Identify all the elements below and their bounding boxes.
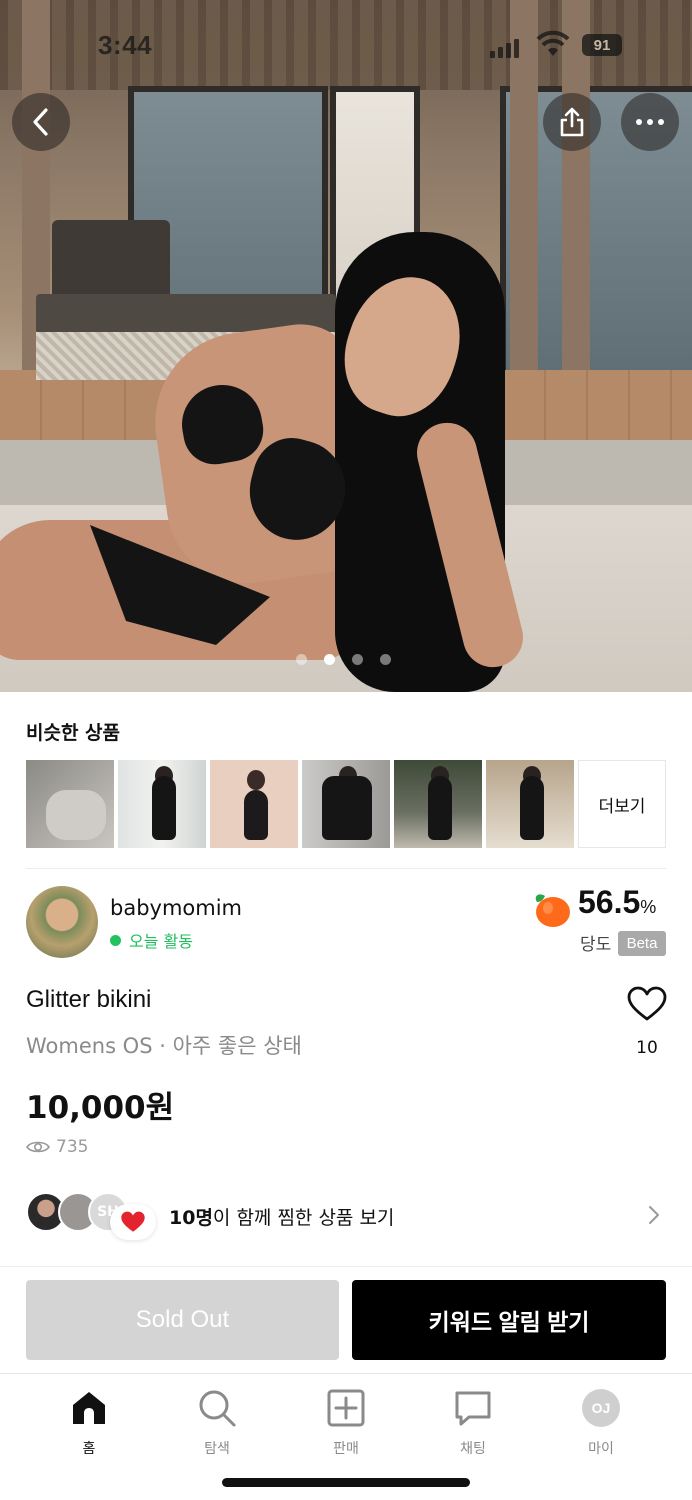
tab-chat-label: 채팅 bbox=[460, 1441, 486, 1457]
divider bbox=[26, 868, 666, 869]
home-icon bbox=[73, 1392, 105, 1424]
similar-products-title: 비슷한 상품 bbox=[26, 722, 121, 744]
heart-badge bbox=[110, 1204, 156, 1240]
product-title: Glitter bikini bbox=[26, 986, 152, 1013]
tab-sell-label: 판매 bbox=[333, 1441, 359, 1457]
tab-home-label: 홈 bbox=[82, 1441, 96, 1457]
status-time: 3:44 bbox=[98, 30, 153, 60]
home-indicator bbox=[222, 1478, 470, 1487]
similar-products-list: 더보기 bbox=[26, 760, 666, 848]
seller-rating-label: 당도 bbox=[580, 935, 612, 955]
online-dot-icon bbox=[110, 934, 121, 946]
similar-product-thumb[interactable] bbox=[210, 760, 298, 848]
wished-together-text: 10명이 함께 찜한 상품 보기 bbox=[169, 1203, 394, 1230]
tab-my-label: 마이 bbox=[588, 1441, 614, 1457]
tab-sell[interactable]: 판매 bbox=[306, 1388, 386, 1458]
seller-activity-status: 오늘 활동 bbox=[110, 928, 193, 952]
carousel-indicator bbox=[296, 654, 391, 666]
similar-product-thumb[interactable] bbox=[26, 760, 114, 848]
seller-activity-label: 오늘 활동 bbox=[129, 932, 193, 951]
tab-search-label: 탐색 bbox=[204, 1441, 230, 1457]
chevron-right-icon bbox=[649, 1206, 659, 1224]
seller-rating: 56.5% bbox=[578, 884, 656, 921]
plus-square-icon bbox=[327, 1389, 365, 1427]
wifi-icon bbox=[536, 30, 570, 56]
chat-bubble-icon bbox=[455, 1391, 491, 1426]
more-options-button[interactable] bbox=[621, 93, 679, 151]
battery-icon: 91 bbox=[582, 34, 622, 56]
product-price: 10,000원 bbox=[26, 1090, 175, 1126]
carousel-dot[interactable] bbox=[296, 654, 307, 665]
seller-rating-unit: % bbox=[640, 897, 657, 917]
view-count-value: 735 bbox=[56, 1137, 89, 1157]
share-button[interactable] bbox=[543, 93, 601, 151]
sold-out-button[interactable]: Sold Out bbox=[26, 1280, 339, 1360]
view-count: 735 bbox=[26, 1137, 88, 1157]
product-size-condition: Womens OS · 아주 좋은 상태 bbox=[26, 1034, 302, 1058]
beta-badge: Beta bbox=[618, 931, 666, 956]
similar-product-thumb[interactable] bbox=[486, 760, 574, 848]
peach-icon bbox=[535, 894, 570, 927]
keyword-alert-button[interactable]: 키워드 알림 받기 bbox=[352, 1280, 666, 1360]
carousel-dot[interactable] bbox=[352, 654, 363, 665]
seller-avatar[interactable] bbox=[26, 886, 98, 958]
carousel-dot[interactable] bbox=[380, 654, 391, 665]
wished-together-label: 이 함께 찜한 상품 보기 bbox=[212, 1207, 395, 1229]
share-icon bbox=[560, 107, 584, 137]
wished-together-link[interactable]: SH 10명이 함께 찜한 상품 보기 bbox=[26, 1190, 666, 1240]
ellipsis-icon bbox=[636, 119, 664, 125]
similar-product-thumb[interactable] bbox=[302, 760, 390, 848]
tab-home[interactable]: 홈 bbox=[49, 1388, 129, 1458]
tab-search[interactable]: 탐색 bbox=[177, 1388, 257, 1458]
eye-icon bbox=[26, 1141, 50, 1153]
carousel-dot-active[interactable] bbox=[324, 654, 335, 665]
divider bbox=[0, 1266, 692, 1267]
product-image-carousel[interactable]: 3:44 91 bbox=[0, 0, 692, 692]
profile-avatar: OJ bbox=[582, 1389, 620, 1427]
red-heart-icon bbox=[121, 1211, 145, 1232]
chevron-left-icon bbox=[33, 108, 48, 136]
similar-product-thumb[interactable] bbox=[118, 760, 206, 848]
back-button[interactable] bbox=[12, 93, 70, 151]
see-more-button[interactable]: 더보기 bbox=[578, 760, 666, 848]
similar-product-thumb[interactable] bbox=[394, 760, 482, 848]
seller-name[interactable]: babymomim bbox=[110, 896, 242, 920]
search-icon bbox=[199, 1390, 236, 1427]
status-bar: 3:44 91 bbox=[0, 28, 692, 68]
seller-rating-value: 56.5 bbox=[578, 884, 641, 920]
wished-together-count: 10명 bbox=[169, 1207, 213, 1229]
tab-my[interactable]: OJ 마이 bbox=[561, 1388, 641, 1458]
cellular-signal-icon bbox=[490, 36, 520, 58]
tab-chat[interactable]: 채팅 bbox=[433, 1388, 513, 1458]
like-heart-icon[interactable] bbox=[627, 986, 667, 1022]
like-count: 10 bbox=[636, 1038, 658, 1058]
